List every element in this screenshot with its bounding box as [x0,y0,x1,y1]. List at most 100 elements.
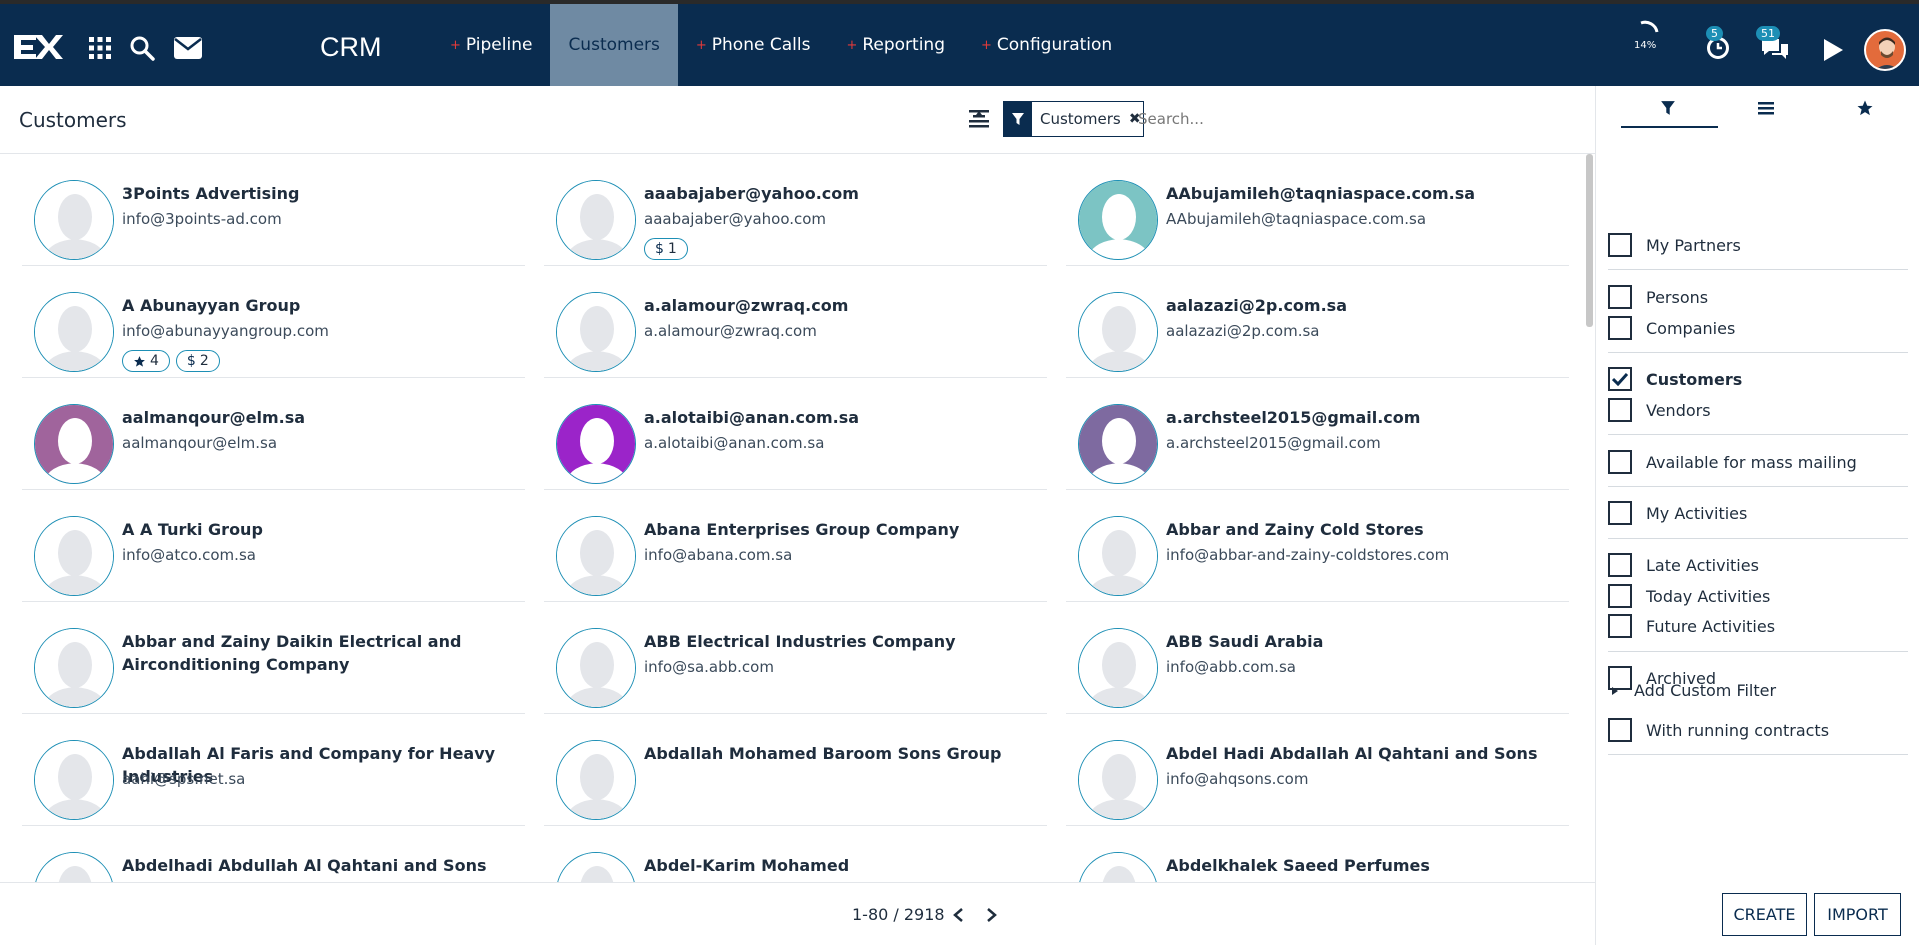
customer-avatar [556,180,636,260]
customer-card[interactable]: Abdel-Karim Mohamed [544,826,1047,882]
checkbox[interactable] [1608,450,1632,474]
checkbox[interactable] [1608,316,1632,340]
progress-indicator[interactable]: 14% [1628,4,1668,86]
customer-card[interactable]: AAbujamileh@taqniaspace.com.sa AAbujamile… [1066,154,1569,266]
nav-item-reporting[interactable]: + Reporting [828,4,963,86]
tab-group-by[interactable] [1751,94,1781,122]
pager-next-button[interactable] [982,905,1002,925]
nav-item-configuration[interactable]: + Configuration [963,4,1130,86]
customer-name: Abdallah Mohamed Baroom Sons Group [644,744,1002,763]
customer-avatar [556,292,636,372]
chevron-right-icon [987,908,997,922]
customer-card[interactable]: A Abunayyan Group info@abunayyangroup.com… [22,266,525,378]
apps-grid-icon[interactable] [86,34,114,62]
customer-card[interactable]: Abdel Hadi Abdallah Al Qahtani and Sons i… [1066,714,1569,826]
plus-icon: + [846,37,858,53]
nav-item-pipeline[interactable]: + Pipeline [432,4,550,86]
filter-label: My Partners [1646,235,1741,255]
active-tab-indicator [1621,126,1718,128]
customer-card[interactable]: aaabajaber@yahoo.com aaabajaber@yahoo.com… [544,154,1047,266]
star-counter-tag[interactable]: 4 [122,350,170,372]
customer-email: info@abbar-and-zainy-coldstores.com [1166,546,1450,564]
list-icon [1758,102,1774,115]
nav-item-label: Configuration [996,35,1113,55]
pager-bar: 1-80 / 2918 [0,882,1595,945]
nav-item-customers[interactable]: Customers [550,4,678,86]
customer-card[interactable]: a.alamour@zwraq.com a.alamour@zwraq.com [544,266,1047,378]
filter-my-partners[interactable]: My Partners [1608,232,1741,258]
customer-card[interactable]: ABB Saudi Arabia info@abb.com.sa [1066,602,1569,714]
app-name[interactable]: CRM [320,32,382,63]
customer-name: Abdelkhalek Saeed Perfumes [1166,856,1430,875]
filter-late-activities[interactable]: Late Activities [1608,552,1759,578]
filter-divider [1608,434,1908,435]
dollar-counter-tag[interactable]: $1 [644,238,688,260]
customer-avatar [1078,628,1158,708]
checkbox[interactable] [1608,501,1632,525]
search-icon[interactable] [128,34,156,62]
customer-card[interactable]: Abana Enterprises Group Company info@aban… [544,490,1047,602]
customer-card[interactable]: aalazazi@2p.com.sa aalazazi@2p.com.sa [1066,266,1569,378]
filter-customers[interactable]: Customers [1608,366,1742,392]
checkbox[interactable] [1608,285,1632,309]
filter-vendors[interactable]: Vendors [1608,397,1711,423]
page-title: Customers [19,108,127,132]
search-input[interactable] [1138,102,1578,136]
customer-name: Abbar and Zainy Cold Stores [1166,520,1424,539]
toggle-search-panel-icon[interactable] [966,106,992,132]
customer-name: A A Turki Group [122,520,263,539]
customer-card[interactable]: Abbar and Zainy Cold Stores info@abbar-an… [1066,490,1569,602]
checkbox[interactable] [1608,367,1632,391]
customer-name: a.archsteel2015@gmail.com [1166,408,1421,427]
import-button[interactable]: IMPORT [1814,893,1901,936]
checkbox[interactable] [1608,584,1632,608]
filter-available-for-mass-mailing[interactable]: Available for mass mailing [1608,449,1857,475]
create-button[interactable]: CREATE [1722,893,1807,936]
customer-card[interactable]: Abdallah Al Faris and Company for Heavy … [22,714,525,826]
customer-card[interactable]: Abbar and Zainy Daikin Electrical and Ai… [22,602,525,714]
customer-email: info@atco.com.sa [122,546,256,564]
logo-icon[interactable] [12,32,64,62]
add-custom-filter[interactable]: Add Custom Filter [1608,681,1776,700]
messages-button[interactable]: 51 [1756,4,1796,86]
play-button[interactable] [1818,4,1848,86]
customer-card[interactable]: A A Turki Group info@atco.com.sa [22,490,525,602]
pager-previous-button[interactable] [948,905,968,925]
filter-today-activities[interactable]: Today Activities [1608,583,1770,609]
play-icon [1824,39,1843,61]
customer-card[interactable]: Abdallah Mohamed Baroom Sons Group [544,714,1047,826]
customer-name: Abdel-Karim Mohamed [644,856,850,875]
customer-card[interactable]: aalmanqour@elm.sa aalmanqour@elm.sa [22,378,525,490]
filter-panel: My Partners Persons Companies Customers Vend… [1595,86,1919,945]
filter-icon [1004,102,1032,136]
checkbox[interactable] [1608,718,1632,742]
activities-button[interactable]: 5 [1700,4,1736,86]
customer-email: info@abunayyangroup.com [122,322,329,340]
user-avatar[interactable] [1864,29,1906,71]
filter-persons[interactable]: Persons [1608,284,1708,310]
filter-future-activities[interactable]: Future Activities [1608,613,1775,639]
customer-card[interactable]: a.archsteel2015@gmail.com a.archsteel2015… [1066,378,1569,490]
checkbox[interactable] [1608,614,1632,638]
customer-card[interactable]: Abdelhadi Abdullah Al Qahtani and Sons B… [22,826,525,882]
nav-item-phone-calls[interactable]: + Phone Calls [678,4,829,86]
tab-favorites[interactable] [1850,94,1880,122]
pager-value[interactable]: 1-80 / 2918 [852,905,945,924]
filter-divider [1608,538,1908,539]
customer-card[interactable]: ABB Electrical Industries Company info@sa… [544,602,1047,714]
customer-name: a.alamour@zwraq.com [644,296,849,315]
checkbox[interactable] [1608,398,1632,422]
mail-icon[interactable] [174,34,202,62]
checkbox[interactable] [1608,553,1632,577]
checkbox[interactable] [1608,233,1632,257]
customer-card[interactable]: a.alotaibi@anan.com.sa a.alotaibi@anan.co… [544,378,1047,490]
dollar-counter-tag[interactable]: $2 [175,350,220,372]
customer-card[interactable]: Abdelkhalek Saeed Perfumes [1066,826,1569,882]
filter-with-running-contracts[interactable]: With running contracts [1608,717,1829,743]
scrollbar[interactable] [1586,154,1593,327]
customer-name: ABB Saudi Arabia [1166,632,1324,651]
filter-my-activities[interactable]: My Activities [1608,500,1747,526]
filter-companies[interactable]: Companies [1608,315,1735,341]
tab-filters[interactable] [1653,94,1683,122]
customer-card[interactable]: 3Points Advertising info@3points-ad.com [22,154,525,266]
